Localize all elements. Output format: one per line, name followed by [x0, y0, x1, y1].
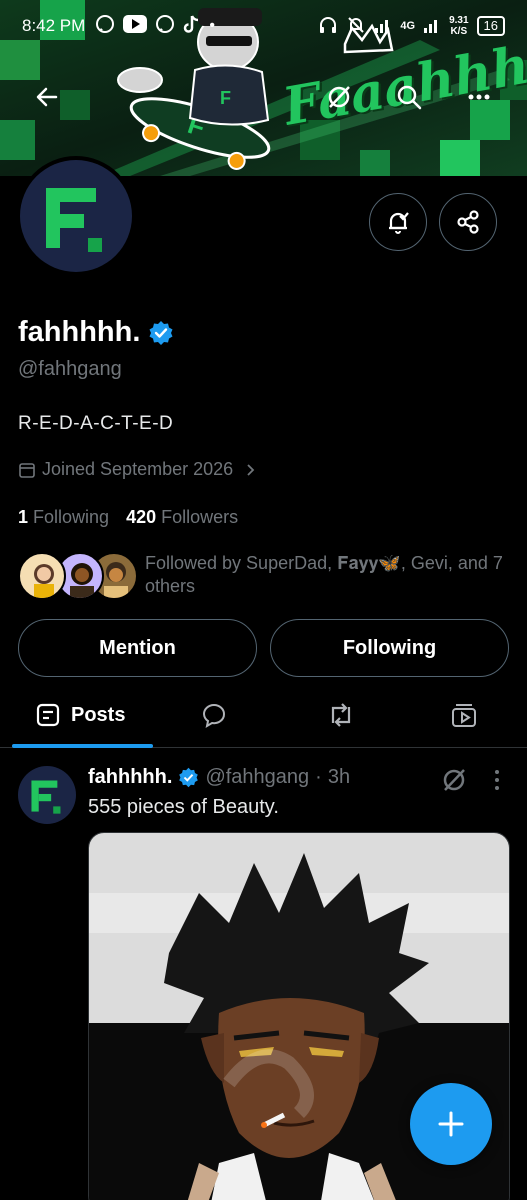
profile-tabs: Posts: [0, 684, 527, 748]
post-grok-button[interactable]: [440, 766, 468, 799]
mute-bell-icon: [346, 15, 366, 38]
tab-replies[interactable]: [200, 684, 228, 746]
signal-icon-2: [423, 16, 441, 37]
plus-icon: [438, 1111, 464, 1137]
reposts-icon: [331, 703, 351, 727]
post-header: fahhhhh. @fahhgang · 3h: [88, 766, 350, 789]
post-time: 3h: [327, 766, 351, 788]
profile-name: fahhhhh.: [18, 316, 174, 349]
whatsapp-icon-2: [155, 14, 175, 38]
grok-button[interactable]: [316, 74, 362, 120]
followed-by-row[interactable]: Followed by SuperDad, 𝐅𝐚𝐲𝐲🦋, Gevi, and 7…: [18, 550, 518, 602]
bell-check-icon: [389, 212, 409, 234]
joined-date: Joined September 2026: [42, 459, 234, 479]
more-vertical-icon: [495, 770, 499, 790]
grok-icon: [328, 86, 350, 108]
following-count: 1: [18, 507, 29, 527]
brand-logo-icon: [31, 780, 61, 814]
following-count-link[interactable]: 1 Following: [18, 507, 109, 527]
active-tab-indicator: [12, 744, 153, 748]
verified-badge-icon[interactable]: [148, 320, 174, 346]
tab-reposts[interactable]: [326, 684, 356, 746]
follow-counts: 1 Following 420 Followers: [18, 507, 238, 528]
network-type: 4G: [400, 20, 416, 32]
search-button[interactable]: [386, 74, 432, 120]
tab-media[interactable]: [450, 684, 478, 746]
following-button[interactable]: Following: [270, 619, 509, 677]
signal-icon: [374, 16, 392, 37]
brand-logo-icon: [46, 188, 102, 252]
mention-button[interactable]: Mention: [18, 619, 257, 677]
share-icon: [457, 210, 479, 234]
follower-avatar: [18, 552, 66, 600]
grok-icon: [443, 769, 465, 791]
media-icon: [452, 704, 476, 727]
status-bar: 8:42 PM • 4G 9.31 K/S 16: [0, 0, 527, 52]
joined-date-row[interactable]: Joined September 2026: [18, 459, 259, 480]
post-separator: ·: [315, 766, 322, 788]
back-arrow-icon: [36, 87, 58, 107]
profile-bio: R-E-D-A-C-T-E-D: [18, 413, 174, 434]
back-button[interactable]: [24, 74, 70, 120]
posts-icon: [36, 703, 60, 727]
network-speed: 9.31 K/S: [449, 15, 468, 37]
followers-count: 420: [126, 507, 157, 527]
verified-badge-icon: [179, 767, 199, 788]
replies-icon: [202, 704, 226, 729]
youtube-icon: [123, 15, 148, 37]
status-time: 8:42 PM: [22, 16, 86, 35]
followers-count-link[interactable]: 420 Followers: [126, 507, 238, 527]
tab-posts[interactable]: Posts: [35, 684, 125, 746]
headphones-icon: [318, 15, 338, 38]
post-author-handle: @fahhgang: [205, 766, 310, 788]
post-text: 555 pieces of Beauty.: [88, 796, 279, 818]
battery-indicator: 16: [476, 16, 505, 36]
profile-handle: @fahhgang: [18, 358, 122, 380]
followers-label: Followers: [161, 507, 239, 527]
top-nav: [0, 74, 527, 124]
more-options-button[interactable]: [456, 74, 502, 120]
post-author-avatar[interactable]: [18, 766, 76, 824]
search-icon: [397, 85, 422, 110]
profile-avatar[interactable]: [16, 156, 136, 276]
compose-post-button[interactable]: [410, 1083, 492, 1165]
post-more-button[interactable]: [488, 768, 506, 797]
followed-by-text: Followed by SuperDad, 𝐅𝐚𝐲𝐲🦋, Gevi, and 7…: [145, 553, 503, 596]
post-author-name[interactable]: fahhhhh.: [88, 766, 172, 789]
more-horizontal-icon: [468, 94, 490, 100]
speed-unit: K/S: [450, 26, 468, 37]
notifications-button[interactable]: [369, 193, 427, 251]
share-button[interactable]: [439, 193, 497, 251]
speed-value: 9.31: [449, 15, 469, 26]
tab-posts-label: Posts: [71, 703, 126, 726]
whatsapp-icon: [95, 14, 115, 38]
chevron-right-icon: [247, 463, 255, 476]
display-name: fahhhhh.: [18, 316, 141, 348]
tiktok-icon: [183, 14, 201, 38]
following-label: Following: [33, 507, 110, 527]
dot-icon: •: [209, 17, 215, 34]
calendar-icon: [19, 462, 35, 478]
